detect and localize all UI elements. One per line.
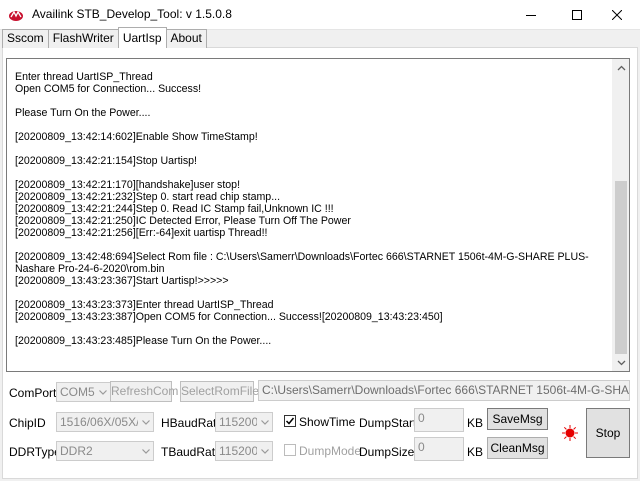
tbaudrate-label: TBaudRate — [161, 445, 222, 459]
dropdown-arrow-icon — [95, 383, 110, 401]
close-icon — [612, 10, 622, 20]
rom-path-field[interactable]: C:\Users\Samerr\Downloads\Fortec 666\STA… — [258, 380, 630, 401]
status-led-icon — [562, 425, 578, 441]
maximize-icon — [572, 10, 582, 20]
ddrtype-label: DDRType — [9, 445, 61, 459]
chipid-select[interactable]: 1516/06X/05X/C — [56, 412, 154, 432]
chevron-down-icon — [617, 360, 626, 365]
hbaudrate-label: HBaudRate — [161, 416, 224, 430]
clean-msg-button[interactable]: CleanMsg — [487, 437, 548, 459]
chipid-value: 1516/06X/05X/C — [60, 415, 149, 429]
tab-about[interactable]: About — [165, 29, 207, 48]
dump-size-label: DumpSize — [359, 445, 415, 459]
ddrtype-select[interactable]: DDR2 — [56, 441, 154, 461]
chevron-up-icon — [617, 65, 626, 70]
close-button[interactable] — [594, 0, 640, 30]
save-msg-button[interactable]: SaveMsg — [487, 408, 548, 430]
dump-size-field[interactable]: 0 — [414, 437, 464, 461]
tbaudrate-select[interactable]: 115200 — [215, 441, 273, 461]
comport-value: COM5 — [60, 385, 95, 399]
dump-start-field[interactable]: 0 — [414, 408, 464, 432]
dropdown-arrow-icon — [138, 442, 153, 460]
dropdown-arrow-icon — [138, 413, 153, 431]
log-scrollbar[interactable] — [612, 59, 629, 371]
chipid-label: ChipID — [9, 416, 46, 430]
minimize-icon — [526, 15, 536, 16]
dropdown-arrow-icon — [257, 413, 272, 431]
app-logo-icon — [9, 10, 23, 21]
checkmark-icon — [285, 417, 295, 425]
comport-label: ComPort — [9, 386, 57, 400]
kb-unit-label: KB — [467, 416, 484, 430]
scroll-down-button[interactable] — [613, 354, 630, 371]
tbaudrate-value: 115200 — [219, 444, 259, 458]
comport-select[interactable]: COM5 — [56, 382, 111, 402]
dump-mode-checkbox[interactable] — [284, 444, 296, 456]
minimize-button[interactable] — [508, 0, 554, 30]
kb-unit-label: KB — [467, 445, 484, 459]
window-title: Availink STB_Develop_Tool: v 1.5.0.8 — [32, 7, 232, 21]
scroll-thumb[interactable] — [615, 181, 627, 354]
show-time-checkbox[interactable] — [284, 415, 296, 427]
hbaudrate-value: 115200 — [219, 415, 259, 429]
stop-button[interactable]: Stop — [586, 408, 630, 458]
dropdown-arrow-icon — [257, 442, 272, 460]
tab-flashwriter[interactable]: FlashWriter — [47, 29, 119, 48]
title-bar: Availink STB_Develop_Tool: v 1.5.0.8 — [0, 0, 640, 30]
tab-sscom[interactable]: Sscom — [2, 29, 49, 48]
dump-mode-label: DumpMode — [299, 444, 362, 458]
tab-uartisp[interactable]: UartIsp — [117, 27, 167, 48]
select-rom-file-button[interactable]: SelectRomFile — [180, 381, 259, 402]
refresh-com-button[interactable]: RefreshCom — [110, 381, 178, 402]
log-text: Enter thread UartISP_Thread Open COM5 fo… — [15, 71, 589, 347]
message-log[interactable]: Enter thread UartISP_Thread Open COM5 fo… — [6, 58, 630, 372]
dump-start-label: DumpStart — [359, 416, 417, 430]
scroll-up-button[interactable] — [613, 59, 630, 76]
show-time-label: ShowTime — [299, 415, 356, 429]
ddrtype-value: DDR2 — [60, 444, 93, 458]
hbaudrate-select[interactable]: 115200 — [215, 412, 273, 432]
tab-strip: Sscom FlashWriter UartIsp About — [2, 27, 207, 48]
